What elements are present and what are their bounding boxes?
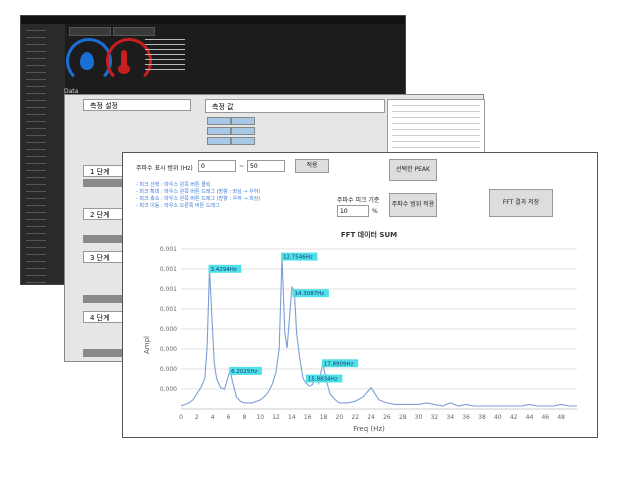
- table-cell[interactable]: [207, 137, 231, 145]
- dark-title-bar: [21, 16, 405, 24]
- y-tick-label: 0.000: [160, 386, 177, 393]
- x-tick-label: 44: [526, 414, 534, 421]
- x-tick-label: 4: [211, 414, 215, 421]
- hint-line: - 피크 선택 : 마우스 왼쪽 버튼 클릭: [136, 182, 211, 188]
- y-tick-label: 0.001: [160, 246, 177, 253]
- dark-info-lines: [145, 35, 185, 70]
- step-1-bar: [83, 179, 123, 187]
- peak-annotation[interactable]: 3.4294Hz: [208, 264, 242, 273]
- x-tick-label: 28: [399, 414, 407, 421]
- peak-label: 15.8834Hz: [308, 377, 338, 383]
- threshold-input[interactable]: 10: [337, 205, 369, 217]
- y-tick-label: 0.000: [160, 366, 177, 373]
- peak-range-apply-button[interactable]: 주파수 범위 적용: [389, 193, 437, 217]
- save-fft-button[interactable]: FFT 결과 저장: [489, 189, 553, 217]
- measurement-table-header: 측정 값: [205, 99, 385, 113]
- x-tick-label: 8: [242, 414, 246, 421]
- peak-annotation[interactable]: 12.7546Hz: [280, 252, 318, 261]
- table-cell[interactable]: [207, 117, 231, 125]
- x-tick-label: 2: [195, 414, 199, 421]
- x-tick-label: 42: [510, 414, 518, 421]
- series-line: [180, 256, 577, 407]
- x-tick-label: 20: [336, 414, 344, 421]
- result-list[interactable]: [387, 99, 485, 159]
- range-label: 주파수 표시 범위 (Hz): [136, 165, 193, 172]
- peak-annotation[interactable]: 15.8834Hz: [305, 374, 343, 383]
- hint-line: - 피크 축소 : 마우스 왼쪽 버튼 드래그 (방향 : 우하 → 좌상): [136, 196, 261, 202]
- water-drop-icon: [80, 52, 94, 70]
- chart-title: FFT 데이터 SUM: [341, 230, 397, 239]
- peak-label: 12.7546Hz: [283, 255, 313, 261]
- apply-range-button[interactable]: 적용: [295, 159, 329, 173]
- dark-tab-button[interactable]: [69, 27, 111, 36]
- peak-label: 3.4294Hz: [211, 267, 237, 273]
- peak-label: 6.2025Hz: [231, 369, 257, 375]
- peak-annotation[interactable]: 6.2025Hz: [229, 366, 262, 375]
- x-tick-label: 26: [383, 414, 391, 421]
- y-tick-label: 0.001: [160, 286, 177, 293]
- y-tick-label: 0.001: [160, 266, 177, 273]
- x-tick-label: 36: [462, 414, 470, 421]
- y-tick-label: 0.001: [160, 306, 177, 313]
- chart-x-axis-label: Freq (Hz): [353, 425, 385, 433]
- table-cell[interactable]: [231, 117, 255, 125]
- x-tick-label: 14: [288, 414, 296, 421]
- dark-sidebar: [21, 24, 65, 284]
- fft-window: 주파수 표시 범위 (Hz) 0 ~ 50 적용 - 피크 선택 : 마우스 왼…: [122, 152, 598, 438]
- fft-chart[interactable]: FFT 데이터 SUM Ampl Freq (Hz) 0.001 0.001 0.0…: [123, 219, 599, 439]
- peak-label: 17.8909Hz: [324, 361, 354, 367]
- x-tick-label: 16: [304, 414, 312, 421]
- y-tick-label: 0.000: [160, 326, 177, 333]
- threshold-label: 주파수 피크 기준: [337, 197, 380, 204]
- x-tick-label: 46: [541, 414, 549, 421]
- step-3-bar: [83, 295, 123, 303]
- x-tick-label: 10: [256, 414, 264, 421]
- table-cell[interactable]: [231, 137, 255, 145]
- hint-line: - 피크 이동 : 마우스 오른쪽 버튼 드래그: [136, 203, 220, 209]
- thermometer-icon: [118, 50, 130, 74]
- y-tick-label: 0.000: [160, 346, 177, 353]
- hint-line: - 피크 확대 : 마우스 왼쪽 버튼 드래그 (방향 : 좌상 → 우하): [136, 189, 261, 195]
- settings-header: 측정 설정: [83, 99, 191, 111]
- table-cell[interactable]: [207, 127, 231, 135]
- x-tick-label: 0: [179, 414, 183, 421]
- peak-annotation[interactable]: 17.8909Hz: [321, 359, 359, 368]
- step-4-bar: [83, 349, 123, 357]
- x-tick-label: 34: [446, 414, 454, 421]
- x-tick-label: 40: [494, 414, 502, 421]
- x-tick-label: 22: [351, 414, 359, 421]
- x-tick-label: 12: [272, 414, 280, 421]
- range-from-input[interactable]: 0: [198, 160, 236, 172]
- x-tick-label: 30: [415, 414, 423, 421]
- x-tick-label: 32: [431, 414, 439, 421]
- peak-annotation[interactable]: 14.3087Hz: [292, 289, 329, 298]
- table-cell[interactable]: [231, 127, 255, 135]
- range-separator: ~: [239, 163, 245, 170]
- x-tick-label: 48: [557, 414, 565, 421]
- x-tick-label: 6: [227, 414, 231, 421]
- step-2-bar: [83, 235, 123, 243]
- range-to-input[interactable]: 50: [247, 160, 285, 172]
- peak-label: 14.3087Hz: [294, 291, 324, 297]
- selected-peak-button[interactable]: 선택한 PEAK: [389, 159, 437, 181]
- x-tick-label: 18: [320, 414, 328, 421]
- x-tick-label: 24: [367, 414, 375, 421]
- chart-y-axis-label: Ampl: [143, 336, 151, 354]
- x-tick-label: 38: [478, 414, 486, 421]
- threshold-unit: %: [372, 208, 378, 215]
